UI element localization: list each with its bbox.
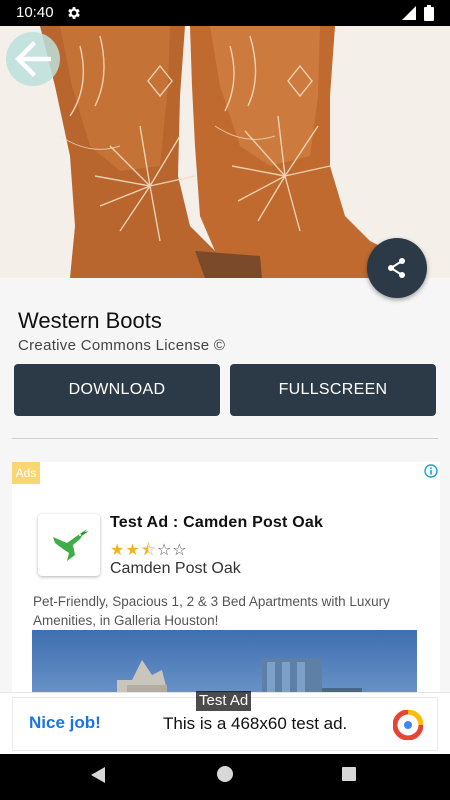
star-half-icon: ⯪ — [140, 542, 157, 559]
status-time: 10:40 — [16, 4, 54, 21]
ads-badge: Ads — [12, 462, 40, 484]
signal-icon — [402, 6, 416, 20]
hero-image — [0, 26, 450, 278]
share-icon — [388, 258, 405, 278]
app-screen: Western Boots Creative Commons License ©… — [0, 26, 450, 754]
star-empty-icon: ☆ — [172, 542, 188, 559]
advertiser-logo[interactable] — [38, 514, 100, 576]
gear-icon — [68, 7, 80, 19]
banner-cta[interactable]: Nice job! — [29, 713, 101, 733]
star-full-icon: ★ — [125, 542, 141, 559]
ad-body: Pet-Friendly, Spacious 1, 2 & 3 Bed Apar… — [33, 594, 390, 628]
ad-headline[interactable]: Test Ad : Camden Post Oak — [110, 514, 323, 532]
star-full-icon: ★ — [110, 542, 126, 559]
share-button[interactable] — [367, 238, 427, 298]
item-title: Western Boots — [18, 308, 162, 333]
ad-advertiser: Camden Post Oak — [110, 560, 241, 577]
banner-ad[interactable]: Nice job! This is a 468x60 test ad. Test… — [0, 691, 450, 754]
hummingbird-logo-icon — [53, 529, 89, 561]
item-license: Creative Commons License © — [18, 337, 226, 354]
navigation-bar — [0, 754, 450, 800]
nav-back-icon[interactable] — [90, 766, 106, 784]
info-icon[interactable] — [424, 464, 438, 478]
fullscreen-button[interactable]: FULLSCREEN — [230, 364, 436, 416]
boots-photo — [0, 26, 450, 278]
details-panel: Western Boots Creative Commons License ©… — [0, 278, 450, 754]
divider — [12, 438, 438, 439]
status-bar: 10:40 — [0, 0, 450, 26]
download-button[interactable]: DOWNLOAD — [14, 364, 220, 416]
back-button[interactable] — [6, 32, 60, 86]
banner-text: This is a 468x60 test ad. — [163, 714, 348, 733]
admob-logo-icon — [393, 710, 423, 740]
nav-recents-icon[interactable] — [342, 767, 356, 781]
battery-icon — [424, 5, 434, 21]
star-empty-icon: ☆ — [156, 542, 173, 559]
test-ad-label: Test Ad — [196, 691, 252, 711]
nav-home-icon[interactable] — [217, 766, 233, 782]
arrow-left-icon — [15, 41, 51, 77]
